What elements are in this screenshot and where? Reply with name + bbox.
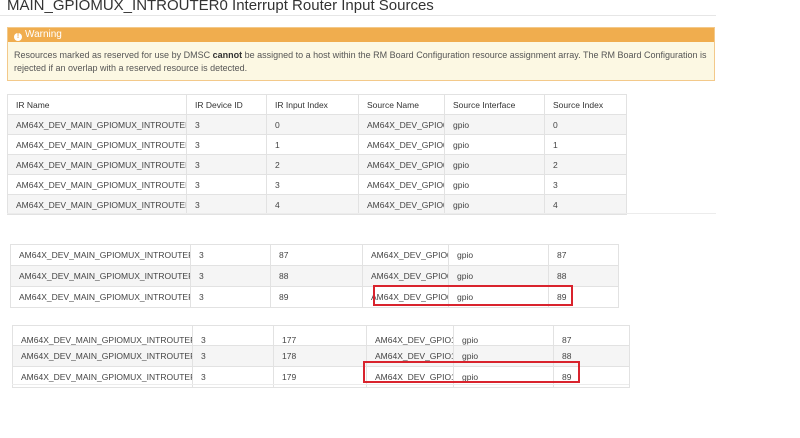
warning-text: Resources marked as reserved for use by … xyxy=(8,42,714,80)
fragment-edge xyxy=(7,213,716,214)
cell-source-interface: gpio xyxy=(448,244,549,266)
cell-source-index: 87 xyxy=(553,325,630,346)
cell-ir-input-index: 177 xyxy=(273,325,367,346)
warning-panel: ! Warning Resources marked as reserved fo… xyxy=(7,27,715,81)
cell-ir-name: AM64X_DEV_MAIN_GPIOMUX_INTROUTER0 xyxy=(7,154,187,175)
highlight-box-gpio0-89 xyxy=(373,285,573,306)
cell-source-interface: gpio xyxy=(444,174,545,195)
highlight-box-gpio1-89 xyxy=(363,361,580,383)
cell-ir-name: AM64X_DEV_MAIN_GPIOMUX_INTROUTER0 xyxy=(7,134,187,155)
cell-ir-device-id: 3 xyxy=(186,174,267,195)
cell-ir-device-id: 3 xyxy=(186,134,267,155)
cell-source-name: AM64X_DEV_GPIO0 xyxy=(358,194,445,215)
cell-ir-name: AM64X_DEV_MAIN_GPIOMUX_INTROUTER0 xyxy=(7,174,187,195)
header-source-interface: Source Interface xyxy=(444,94,545,115)
cell-source-index: 1 xyxy=(544,134,627,155)
cell-ir-input-index: 87 xyxy=(270,244,363,266)
cell-ir-name: AM64X_DEV_MAIN_GPIOMUX_INTROUTER0 xyxy=(10,265,191,287)
cell-source-name: AM64X_DEV_GPIO0 xyxy=(358,114,445,135)
cell-ir-input-index: 4 xyxy=(266,194,359,215)
input-sources-table-top: IR Name IR Device ID IR Input Index Sour… xyxy=(7,94,627,215)
cell-source-interface: gpio xyxy=(444,154,545,175)
table-row: AM64X_DEV_MAIN_GPIOMUX_INTROUTER0 3 2 AM… xyxy=(7,154,627,175)
cell-ir-name: AM64X_DEV_MAIN_GPIOMUX_INTROUTER0 xyxy=(10,286,191,308)
cell-ir-name: AM64X_DEV_MAIN_GPIOMUX_INTROUTER0 xyxy=(12,345,193,367)
header-ir-input-index: IR Input Index xyxy=(266,94,359,115)
table-row: AM64X_DEV_MAIN_GPIOMUX_INTROUTER0 3 1 AM… xyxy=(7,134,627,155)
warning-heading: ! Warning xyxy=(8,28,714,42)
table-row: AM64X_DEV_MAIN_GPIOMUX_INTROUTER0 3 87 A… xyxy=(10,244,619,266)
cell-source-index: 87 xyxy=(548,244,619,266)
warning-text-bold: cannot xyxy=(212,50,243,60)
table-row: AM64X_DEV_MAIN_GPIOMUX_INTROUTER0 3 4 AM… xyxy=(7,194,627,215)
cell-ir-device-id: 3 xyxy=(186,154,267,175)
cell-source-name: AM64X_DEV_GPIO0 xyxy=(358,174,445,195)
cell-source-interface: gpio xyxy=(448,265,549,287)
cell-source-name: AM64X_DEV_GPIO0 xyxy=(358,134,445,155)
page-title: MAIN_GPIOMUX_INTROUTER0 Interrupt Router… xyxy=(7,0,434,14)
cell-source-interface: gpio xyxy=(444,114,545,135)
cell-source-index: 0 xyxy=(544,114,627,135)
cell-source-interface: gpio xyxy=(453,325,554,346)
table-row: AM64X_DEV_MAIN_GPIOMUX_INTROUTER0 3 0 AM… xyxy=(7,114,627,135)
cell-source-name: AM64X_DEV_GPIO0 xyxy=(362,244,449,266)
cell-ir-input-index: 88 xyxy=(270,265,363,287)
table-row: AM64X_DEV_MAIN_GPIOMUX_INTROUTER0 3 3 AM… xyxy=(7,174,627,195)
cell-source-name: AM64X_DEV_GPIO0 xyxy=(362,265,449,287)
cell-source-interface: gpio xyxy=(444,194,545,215)
table-row: AM64X_DEV_MAIN_GPIOMUX_INTROUTER0 3 177 … xyxy=(12,325,630,346)
cell-ir-name: AM64X_DEV_MAIN_GPIOMUX_INTROUTER0 xyxy=(10,244,191,266)
warning-text-before: Resources marked as reserved for use by … xyxy=(14,50,213,60)
cell-source-name: AM64X_DEV_GPIO1 xyxy=(366,325,454,346)
exclamation-circle-icon: ! xyxy=(14,33,22,41)
cell-ir-device-id: 3 xyxy=(186,114,267,135)
cell-ir-name: AM64X_DEV_MAIN_GPIOMUX_INTROUTER0 xyxy=(7,114,187,135)
cell-source-interface: gpio xyxy=(444,134,545,155)
header-source-name: Source Name xyxy=(358,94,445,115)
header-source-index: Source Index xyxy=(544,94,627,115)
cell-source-index: 88 xyxy=(548,265,619,287)
cell-ir-device-id: 3 xyxy=(186,194,267,215)
cell-source-name: AM64X_DEV_GPIO0 xyxy=(358,154,445,175)
cell-ir-device-id: 3 xyxy=(190,286,271,308)
cell-source-index: 3 xyxy=(544,174,627,195)
cell-ir-input-index: 3 xyxy=(266,174,359,195)
cell-ir-name: AM64X_DEV_MAIN_GPIOMUX_INTROUTER0 xyxy=(7,194,187,215)
cell-ir-device-id: 3 xyxy=(192,325,274,346)
title-divider xyxy=(0,15,716,16)
header-ir-name: IR Name xyxy=(7,94,187,115)
table-row: AM64X_DEV_MAIN_GPIOMUX_INTROUTER0 3 88 A… xyxy=(10,265,619,287)
cell-source-index: 2 xyxy=(544,154,627,175)
fragment-edge xyxy=(12,384,629,385)
cell-ir-input-index: 178 xyxy=(273,345,367,367)
header-ir-device-id: IR Device ID xyxy=(186,94,267,115)
cell-ir-input-index: 89 xyxy=(270,286,363,308)
cell-ir-input-index: 1 xyxy=(266,134,359,155)
cell-ir-device-id: 3 xyxy=(190,244,271,266)
cell-ir-input-index: 0 xyxy=(266,114,359,135)
cell-ir-device-id: 3 xyxy=(190,265,271,287)
cell-ir-device-id: 3 xyxy=(192,345,274,367)
cell-ir-name: AM64X_DEV_MAIN_GPIOMUX_INTROUTER0 xyxy=(12,325,193,346)
table-header-row: IR Name IR Device ID IR Input Index Sour… xyxy=(7,94,627,115)
warning-heading-label: Warning xyxy=(25,29,62,40)
cell-ir-input-index: 2 xyxy=(266,154,359,175)
cell-source-index: 4 xyxy=(544,194,627,215)
